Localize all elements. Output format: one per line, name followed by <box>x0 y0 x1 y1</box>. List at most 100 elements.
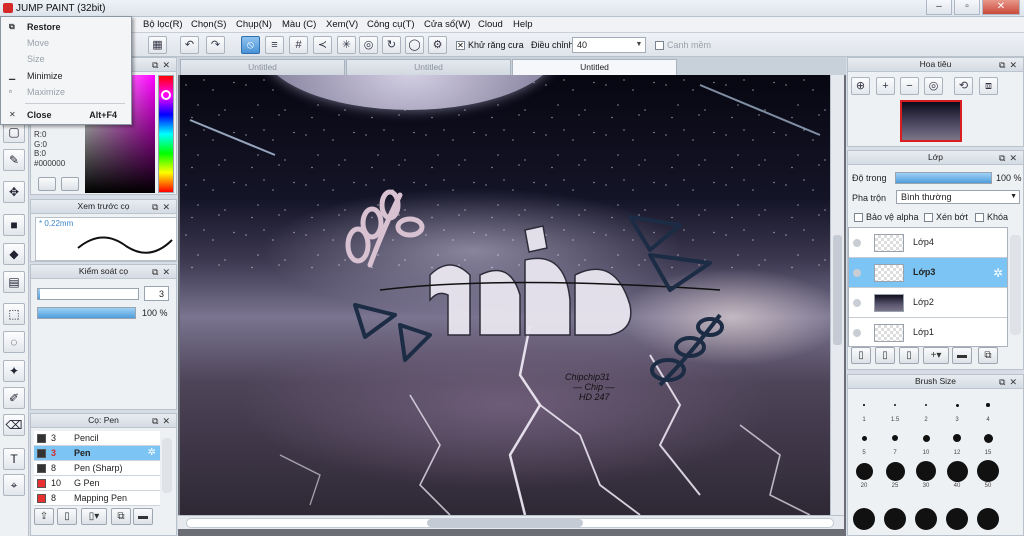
close-button[interactable]: ✕ <box>982 0 1020 15</box>
concentric-ruler-icon[interactable]: ◎ <box>359 36 378 54</box>
redo-icon[interactable]: ↷ <box>206 36 225 54</box>
brush-size-dot[interactable] <box>946 460 968 482</box>
brush-item-mapping-pen[interactable]: 8 Mapping Pen <box>34 491 160 506</box>
text-tool-icon[interactable]: T <box>3 448 25 470</box>
canvas-horizontal-scrollbar[interactable] <box>178 515 844 529</box>
layer-folder-icon[interactable]: ▬ <box>952 347 972 364</box>
eyedropper-tool-icon[interactable]: ⌖ <box>3 474 25 496</box>
eraser-tool-icon[interactable]: ⌫ <box>3 414 25 436</box>
undo-icon[interactable]: ↶ <box>180 36 199 54</box>
brush-size-dot[interactable] <box>916 461 936 481</box>
menu-select[interactable]: Chọn(S) <box>191 19 226 30</box>
vscroll-thumb[interactable] <box>833 235 842 345</box>
layer-item-selected[interactable]: Lớp3 ✲ <box>849 258 1007 288</box>
brush-size-dot[interactable] <box>922 434 930 442</box>
brush-duplicate-icon[interactable]: ⧉ <box>111 508 131 525</box>
brush-size-dot[interactable] <box>986 403 990 407</box>
brush-size-dot[interactable] <box>924 403 928 407</box>
layer-opacity-slider[interactable] <box>895 172 992 184</box>
canvas-area[interactable]: Chipchip31 — Chip — HD 247 <box>178 75 846 536</box>
lock-checkbox[interactable] <box>975 213 984 223</box>
brush-size-dot[interactable] <box>915 508 937 530</box>
brush-size-dot[interactable] <box>977 460 999 482</box>
protect-alpha-checkbox[interactable] <box>854 213 863 223</box>
brush-import-icon[interactable]: ⇪ <box>34 508 54 525</box>
brush-size-input[interactable]: 3 <box>144 286 169 301</box>
new-brush-icon[interactable]: ▯ <box>57 508 77 525</box>
brush-add-dropdown-icon[interactable]: ▯▾ <box>81 508 107 525</box>
brush-settings-gear-icon[interactable]: ✲ <box>148 446 156 460</box>
panel-pin-close-icon[interactable]: ⧉✕ <box>152 266 174 279</box>
brush-item-pencil[interactable]: 3 Pencil <box>34 431 160 446</box>
menu-color[interactable]: Màu (C) <box>282 19 316 30</box>
menu-move[interactable]: Move <box>1 35 131 51</box>
zoom-out-icon[interactable]: − <box>900 77 919 95</box>
lock-toggle[interactable]: Khóa <box>975 212 1008 223</box>
protect-alpha-toggle[interactable]: Bảo vệ alpha <box>854 212 919 223</box>
menu-window[interactable]: Cửa sổ(W) <box>424 19 470 30</box>
layer-item[interactable]: Lớp1 <box>849 318 1007 346</box>
brush-size-dot[interactable] <box>884 508 906 530</box>
layer-list-scrollbar[interactable] <box>1010 235 1021 335</box>
radial-ruler-icon[interactable]: ✳ <box>337 36 356 54</box>
palette-icon[interactable] <box>38 177 56 191</box>
panel-pin-close-icon[interactable]: ⧉✕ <box>152 415 174 428</box>
ellipse-ruler-icon[interactable]: ◯ <box>405 36 424 54</box>
brush-size-slider[interactable] <box>37 288 139 300</box>
hue-handle[interactable] <box>161 90 171 100</box>
layer-settings-gear-icon[interactable]: ✲ <box>993 266 1003 280</box>
zoom-in-icon[interactable]: + <box>876 77 895 95</box>
app-icon[interactable] <box>3 3 13 13</box>
selection-tool-icon[interactable]: ⬚ <box>3 303 25 325</box>
brush-size-dot[interactable] <box>946 508 968 530</box>
layer-item[interactable]: Lớp2 <box>849 288 1007 318</box>
panel-pin-close-icon[interactable]: ⧉✕ <box>999 376 1021 389</box>
maximize-button[interactable]: ▫ <box>954 0 980 15</box>
menu-size[interactable]: Size <box>1 51 131 67</box>
brush-list-scrollbar[interactable] <box>162 438 172 493</box>
brush-size-dot[interactable] <box>853 508 875 530</box>
brush-size-dot[interactable] <box>983 433 993 443</box>
menu-minimize[interactable]: ▁ Minimize <box>1 68 131 84</box>
panel-pin-close-icon[interactable]: ⧉✕ <box>999 59 1021 72</box>
flip-icon[interactable]: ⧈ <box>979 77 998 95</box>
settings-gear-icon[interactable]: ⚙ <box>428 36 447 54</box>
new-layer-icon[interactable]: ▯ <box>851 347 871 364</box>
layer-add-dropdown-icon[interactable]: +▾ <box>923 347 949 364</box>
brush-size-dot[interactable] <box>953 434 961 442</box>
brush-size-dot[interactable] <box>894 404 896 406</box>
brush-item-pen[interactable]: 3 Pen ✲ <box>34 446 160 461</box>
brush-size-dot[interactable] <box>855 462 873 480</box>
panel-pin-close-icon[interactable]: ⧉✕ <box>152 59 174 72</box>
menu-close[interactable]: ✕ Close Alt+F4 <box>1 107 131 123</box>
brush-size-dot[interactable] <box>885 461 905 481</box>
hscroll-thumb[interactable] <box>427 519 583 527</box>
move-tool-icon[interactable]: ✥ <box>3 181 25 203</box>
magic-wand-icon[interactable]: ✦ <box>3 360 25 382</box>
canh-mem-toggle[interactable]: Canh mềm <box>655 40 711 51</box>
brush-size-dot[interactable] <box>955 403 959 407</box>
menu-maximize[interactable]: ▫ Maximize <box>1 84 131 100</box>
panel-pin-close-icon[interactable]: ⧉✕ <box>152 201 174 214</box>
brush-folder-icon[interactable]: ▬ <box>133 508 153 525</box>
brush-size-dot[interactable] <box>861 435 867 441</box>
clipping-checkbox[interactable] <box>924 213 933 223</box>
tab-untitled-1[interactable]: Untitled <box>180 59 345 75</box>
brush-item-pen-sharp[interactable]: 8 Pen (Sharp) <box>34 461 160 476</box>
bucket-tool-icon[interactable]: ◆ <box>3 243 25 265</box>
adjust-select[interactable]: 40 ▼ <box>572 37 646 53</box>
gradient-tool-icon[interactable]: ▤ <box>3 271 25 293</box>
snap-off-icon[interactable]: ⦸ <box>241 36 260 54</box>
clipping-toggle[interactable]: Xén bớt <box>924 212 968 223</box>
parallel-ruler-icon[interactable]: ≡ <box>265 36 284 54</box>
menu-view[interactable]: Xem(V) <box>326 19 358 30</box>
antialias-checkbox[interactable]: ✕ <box>456 41 465 51</box>
layer-item[interactable]: Lớp4 <box>849 228 1007 258</box>
blend-mode-select[interactable]: Bình thường ▼ <box>896 190 1020 204</box>
new-tone-layer-icon[interactable]: ▯ <box>899 347 919 364</box>
curve-ruler-icon[interactable]: ↻ <box>382 36 401 54</box>
layer-duplicate-icon[interactable]: ⧉ <box>978 347 998 364</box>
zoom-actual-icon[interactable]: ◎ <box>924 77 943 95</box>
brush-size-dot[interactable] <box>863 404 865 406</box>
panel-pin-close-icon[interactable]: ⧉✕ <box>999 152 1021 165</box>
